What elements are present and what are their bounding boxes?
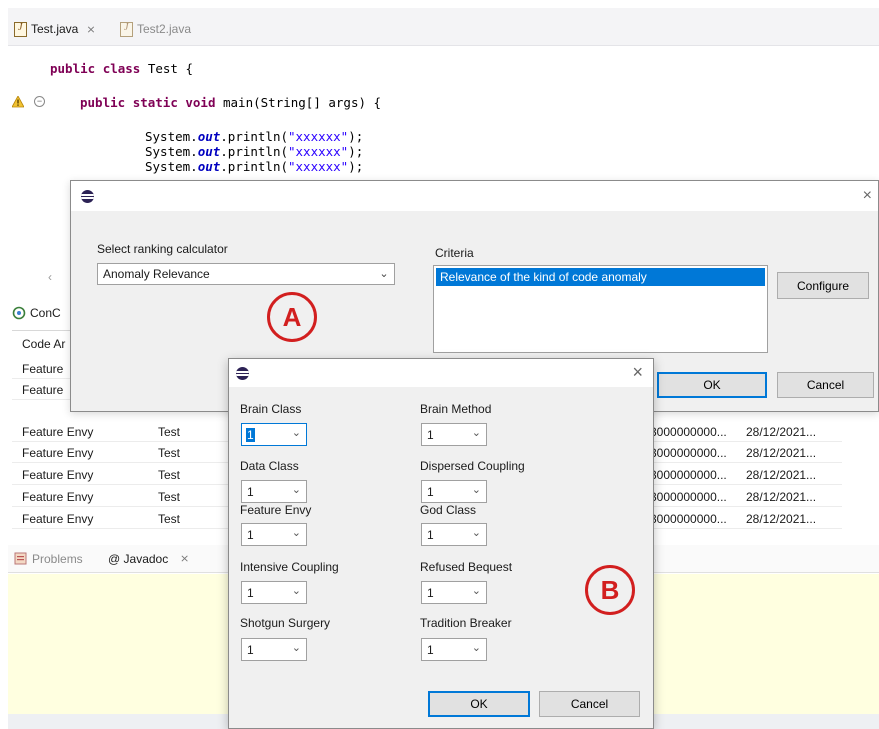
scroll-left-arrow[interactable]: ‹: [48, 270, 72, 288]
close-icon[interactable]: ×: [863, 188, 872, 204]
god-class-label: God Class: [420, 503, 477, 517]
dispersed-coupling-select[interactable]: 1 ⌄: [421, 480, 487, 503]
intensive-coupling-select[interactable]: 1 ⌄: [241, 581, 307, 604]
chevron-down-icon: ⌄: [471, 642, 481, 654]
cancel-button[interactable]: Cancel: [777, 372, 874, 398]
data-class-label: Data Class: [240, 459, 299, 473]
java-file-icon: [120, 21, 133, 37]
shotgun-surgery-select[interactable]: 1 ⌄: [241, 638, 307, 661]
chevron-down-icon: ⌄: [291, 427, 301, 439]
brain-method-label: Brain Method: [420, 402, 492, 416]
dispersed-coupling-label: Dispersed Coupling: [420, 459, 525, 473]
chevron-down-icon: ⌄: [379, 268, 389, 280]
refused-bequest-select[interactable]: 1 ⌄: [421, 581, 487, 604]
feature-envy-select[interactable]: 1 ⌄: [241, 523, 307, 546]
close-tab-icon[interactable]: ⨯: [86, 23, 95, 36]
annotation-a: A: [267, 292, 317, 342]
chevron-down-icon: ⌄: [291, 585, 301, 597]
brain-class-select[interactable]: 1 ⌄: [241, 423, 307, 446]
calculator-select[interactable]: Anomaly Relevance ⌄: [97, 263, 395, 285]
refused-bequest-label: Refused Bequest: [420, 560, 513, 574]
code-line-println: System.out.println("xxxxxx");: [145, 129, 364, 144]
fold-collapse-icon[interactable]: −: [34, 96, 45, 107]
dialog-titlebar: ×: [71, 181, 878, 211]
code-println-block: System.out.println("xxxxxx"); System.out.…: [145, 129, 363, 174]
chevron-down-icon: ⌄: [471, 585, 481, 597]
warning-icon: [12, 96, 24, 108]
intensive-coupling-label: Intensive Coupling: [240, 560, 339, 574]
chevron-down-icon: ⌄: [291, 484, 301, 496]
data-class-select[interactable]: 1 ⌄: [241, 480, 307, 503]
annotation-b: B: [585, 565, 635, 615]
tab-problems[interactable]: Problems: [32, 552, 83, 566]
tab-label: Test2.java: [137, 22, 192, 36]
criteria-list[interactable]: Relevance of the kind of code anomaly: [433, 265, 768, 353]
dialog-titlebar: ×: [229, 359, 653, 387]
column-header-code-anomaly[interactable]: Code Ar: [22, 337, 65, 351]
shotgun-surgery-label: Shotgun Surgery: [240, 616, 331, 630]
chevron-down-icon: ⌄: [471, 484, 481, 496]
code-line-println: System.out.println("xxxxxx");: [145, 144, 364, 159]
view-tab-label[interactable]: ConC: [30, 306, 61, 320]
brain-class-label: Brain Class: [240, 402, 302, 416]
eclipse-icon: [81, 190, 94, 203]
brain-method-select[interactable]: 1 ⌄: [421, 423, 487, 446]
view-icon: [12, 306, 26, 320]
chevron-down-icon: ⌄: [471, 527, 481, 539]
tradition-breaker-label: Tradition Breaker: [420, 616, 512, 630]
cancel-button[interactable]: Cancel: [539, 691, 640, 717]
tradition-breaker-select[interactable]: 1 ⌄: [421, 638, 487, 661]
chevron-down-icon: ⌄: [291, 527, 301, 539]
chevron-down-icon: ⌄: [291, 642, 301, 654]
criteria-label: Criteria: [435, 246, 474, 260]
tab-test2-java[interactable]: Test2.java: [120, 20, 191, 38]
feature-envy-label: Feature Envy: [240, 503, 312, 517]
list-item[interactable]: Relevance of the kind of code anomaly: [436, 268, 765, 286]
code-line-class: public class Test {: [50, 61, 194, 76]
code-line-main: public static void main(String[] args) {: [80, 95, 382, 110]
eclipse-icon: [236, 367, 249, 380]
editor-tab-bar: Test.java ⨯ Test2.java: [8, 8, 879, 46]
tab-test-java[interactable]: Test.java ⨯: [14, 20, 96, 38]
ok-button[interactable]: OK: [657, 372, 767, 398]
select-calculator-label: Select ranking calculator: [97, 242, 228, 256]
chevron-down-icon: ⌄: [471, 427, 481, 439]
java-file-icon: [14, 21, 27, 37]
tab-javadoc[interactable]: @ Javadoc: [108, 552, 168, 566]
tab-label: Test.java: [31, 22, 79, 36]
configure-button[interactable]: Configure: [777, 272, 869, 299]
problems-icon: [14, 552, 27, 565]
code-line-println: System.out.println("xxxxxx");: [145, 159, 364, 174]
configure-dialog: × Brain Class 1 ⌄ Brain Method 1 ⌄ Data Cl…: [228, 358, 654, 729]
close-icon[interactable]: ×: [632, 363, 643, 381]
ok-button[interactable]: OK: [428, 691, 530, 717]
god-class-select[interactable]: 1 ⌄: [421, 523, 487, 546]
close-tab-icon[interactable]: ⨯: [180, 552, 189, 565]
